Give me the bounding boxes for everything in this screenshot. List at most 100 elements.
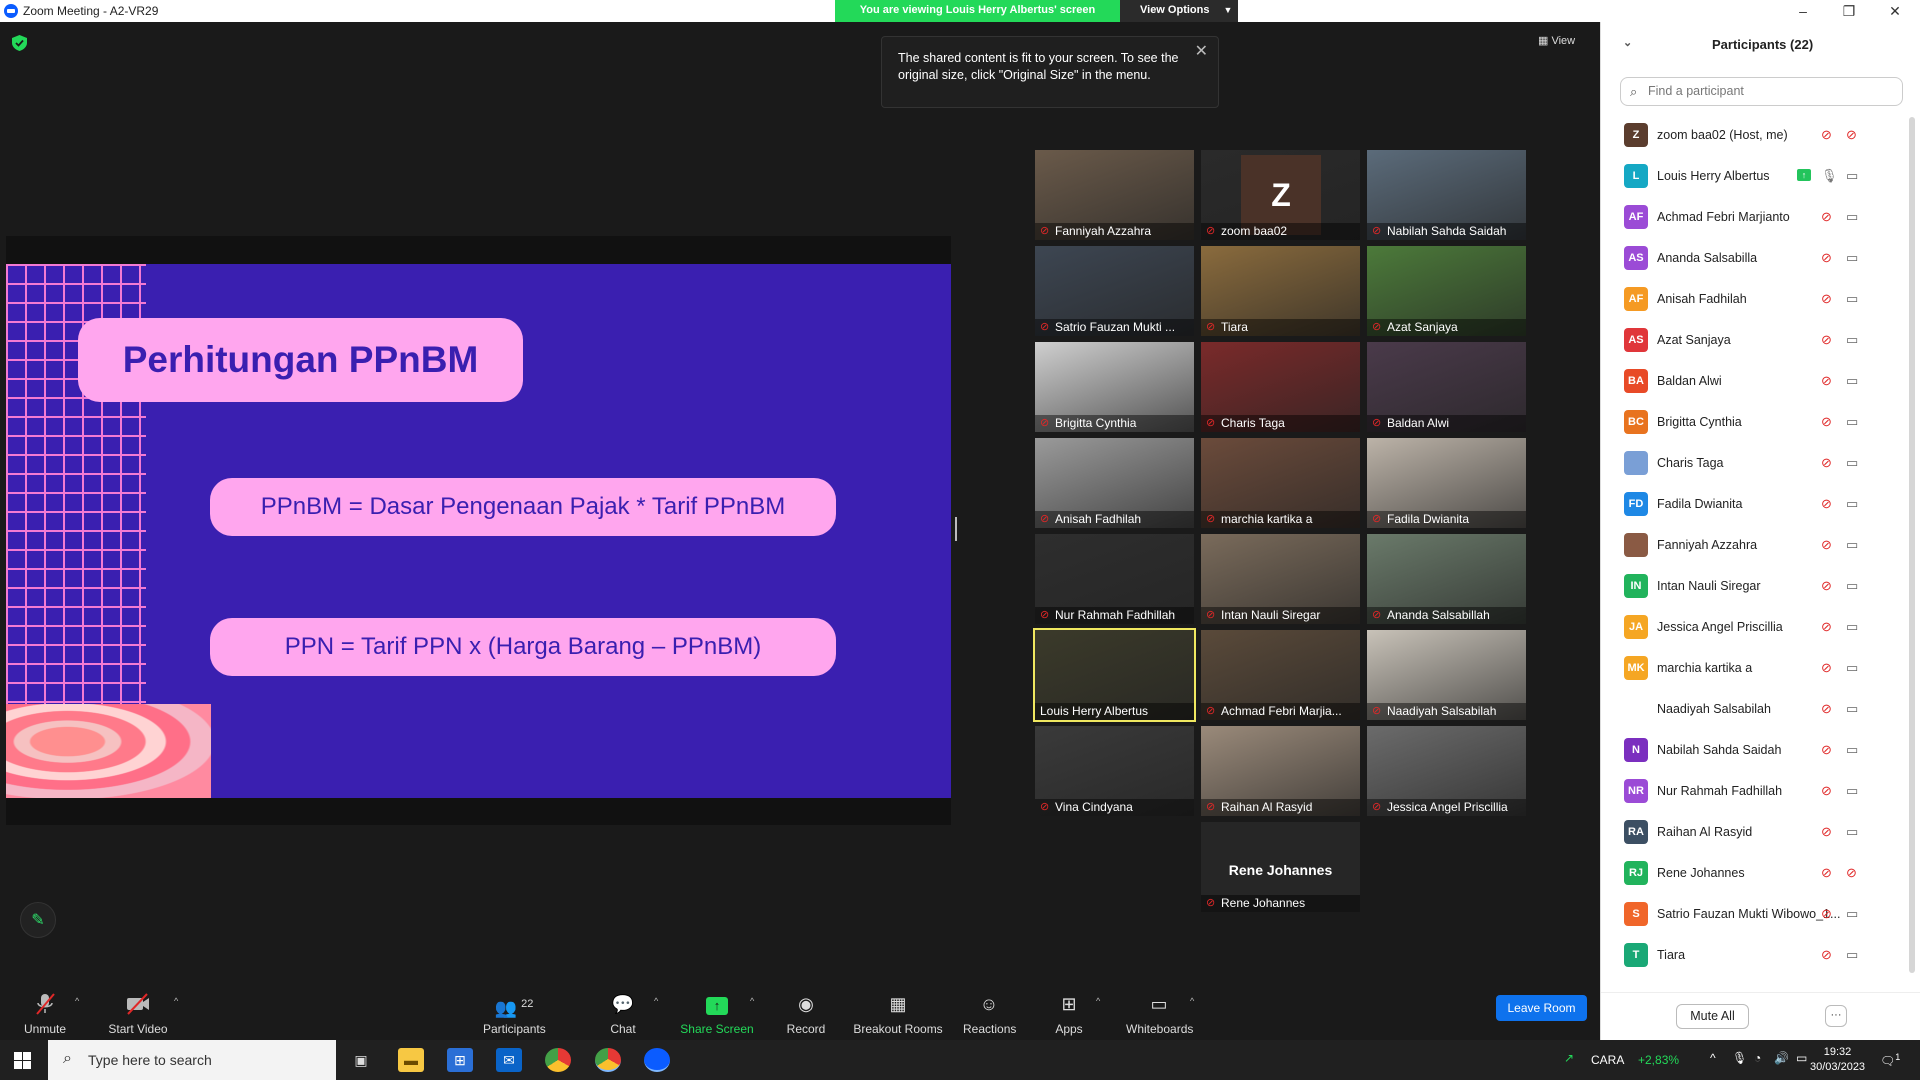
find-participant-input[interactable]: ⌕ Find a participant xyxy=(1620,77,1903,106)
video-tile[interactable]: Anisah Fadhilah ⊘ xyxy=(1035,438,1194,528)
share-screen-button[interactable]: ↑ Share Screen ^ xyxy=(680,992,754,1036)
participant-row[interactable]: RJ Rene Johannes ⊘ ⊘ xyxy=(1601,853,1905,894)
video-tile[interactable]: Naadiyah Salsabilah ⊘ xyxy=(1367,630,1526,720)
video-tile[interactable]: Raihan Al Rasyid ⊘ xyxy=(1201,726,1360,816)
participant-name: Fadila Dwianita xyxy=(1657,497,1743,511)
view-options-button[interactable]: View Options ▼ xyxy=(1120,0,1238,22)
maximize-button[interactable]: ❐ xyxy=(1826,0,1872,22)
participant-row[interactable]: NR Nur Rahmah Fadhillah ⊘ ▭ xyxy=(1601,771,1905,812)
video-tile[interactable]: Louis Herry Albertus xyxy=(1033,628,1196,722)
video-tile[interactable]: Zzoom baa02 ⊘ xyxy=(1201,150,1360,240)
mute-all-button[interactable]: Mute All xyxy=(1676,1004,1749,1029)
pencil-icon[interactable]: ✎ xyxy=(20,902,56,938)
participant-row[interactable]: IN Intan Nauli Siregar ⊘ ▭ xyxy=(1601,566,1905,607)
video-camera-icon: ▭ xyxy=(1846,496,1859,511)
participant-row[interactable]: AS Azat Sanjaya ⊘ ▭ xyxy=(1601,320,1905,361)
chevron-up-icon[interactable]: ^ xyxy=(1710,1051,1716,1065)
video-camera-icon: ▭ xyxy=(1846,619,1859,634)
file-explorer-icon[interactable]: ▬ xyxy=(398,1048,424,1072)
participant-row[interactable]: Fanniyah Azzahra ⊘ ▭ xyxy=(1601,525,1905,566)
zoom-app-icon[interactable] xyxy=(644,1048,670,1072)
caret-up-icon[interactable]: ^ xyxy=(750,996,754,1006)
security-shield-icon[interactable] xyxy=(12,35,27,51)
video-tile[interactable]: Nabilah Sahda Saidah ⊘ xyxy=(1367,150,1526,240)
record-button[interactable]: ◉ Record xyxy=(786,992,826,1036)
participant-row[interactable]: AS Ananda Salsabilla ⊘ ▭ xyxy=(1601,238,1905,279)
minimize-button[interactable]: – xyxy=(1780,0,1826,22)
participant-row[interactable]: T Tiara ⊘ ▭ xyxy=(1601,935,1905,976)
mail-icon[interactable]: ✉ xyxy=(496,1048,522,1072)
caret-up-icon[interactable]: ^ xyxy=(1190,996,1194,1006)
chat-button[interactable]: 💬 Chat ^ xyxy=(608,992,658,1036)
reactions-button[interactable]: ☺ Reactions xyxy=(963,992,1016,1036)
chevron-down-icon[interactable]: ⌄ xyxy=(1623,36,1632,49)
scrollbar[interactable] xyxy=(1909,117,1915,973)
unmute-button[interactable]: Unmute ^ xyxy=(20,992,79,1036)
participant-row[interactable]: S Satrio Fauzan Mukti Wibowo_1... ⊘ ▭ xyxy=(1601,894,1905,935)
participant-row[interactable]: Charis Taga ⊘ ▭ xyxy=(1601,443,1905,484)
video-tile[interactable]: Charis Taga ⊘ xyxy=(1201,342,1360,432)
caret-up-icon[interactable]: ^ xyxy=(75,996,79,1006)
participant-row[interactable]: JA Jessica Angel Priscillia ⊘ ▭ xyxy=(1601,607,1905,648)
participant-row[interactable]: RA Raihan Al Rasyid ⊘ ▭ xyxy=(1601,812,1905,853)
participant-row[interactable]: FD Fadila Dwianita ⊘ ▭ xyxy=(1601,484,1905,525)
whiteboards-button[interactable]: ▭ Whiteboards ^ xyxy=(1126,992,1194,1036)
resize-handle[interactable] xyxy=(955,517,957,541)
notification-icon[interactable]: 🗨1 xyxy=(1880,1052,1900,1068)
more-options-button[interactable]: ··· xyxy=(1825,1005,1847,1027)
microsoft-store-icon[interactable]: ⊞ xyxy=(447,1048,473,1072)
video-tile[interactable]: Ananda Salsabillah ⊘ xyxy=(1367,534,1526,624)
taskbar-search-box[interactable]: ⌕ Type here to search xyxy=(48,1040,336,1080)
chrome-icon[interactable] xyxy=(545,1048,571,1072)
taskbar-clock[interactable]: 19:32 30/03/2023 xyxy=(1810,1045,1865,1075)
participant-row[interactable]: AF Achmad Febri Marjianto ⊘ ▭ xyxy=(1601,197,1905,238)
video-camera-icon: ▭ xyxy=(1846,906,1859,921)
leave-room-button[interactable]: Leave Room xyxy=(1496,995,1587,1021)
video-tile[interactable]: marchia kartika a ⊘ xyxy=(1201,438,1360,528)
video-tile[interactable]: Fadila Dwianita ⊘ xyxy=(1367,438,1526,528)
windows-start-icon[interactable] xyxy=(14,1052,31,1069)
task-view-icon[interactable]: ▣ xyxy=(348,1048,374,1072)
breakout-rooms-button[interactable]: ▦ Breakout Rooms xyxy=(853,992,943,1036)
video-tile[interactable]: Vina Cindyana ⊘ xyxy=(1035,726,1194,816)
close-icon[interactable]: ✕ xyxy=(1195,43,1208,60)
mic-off-icon: ⊘ xyxy=(1821,332,1832,347)
video-tile[interactable]: Azat Sanjaya ⊘ xyxy=(1367,246,1526,336)
display-icon[interactable]: ▭ xyxy=(1796,1051,1807,1065)
network-icon[interactable]: ◔ xyxy=(1754,1051,1761,1065)
participant-row[interactable]: N Nabilah Sahda Saidah ⊘ ▭ xyxy=(1601,730,1905,771)
video-tile[interactable]: Satrio Fauzan Mukti ... ⊘ xyxy=(1035,246,1194,336)
close-window-button[interactable]: ✕ xyxy=(1872,0,1918,22)
video-tile[interactable]: Intan Nauli Siregar ⊘ xyxy=(1201,534,1360,624)
volume-icon[interactable]: 🔊 xyxy=(1774,1051,1789,1065)
video-tile[interactable]: Baldan Alwi ⊘ xyxy=(1367,342,1526,432)
participant-row[interactable]: MK marchia kartika a ⊘ ▭ xyxy=(1601,648,1905,689)
microphone-icon[interactable]: 🎙 xyxy=(1732,1051,1747,1065)
participants-button[interactable]: 👥 22 Participants xyxy=(483,992,546,1036)
start-video-button[interactable]: Start Video ^ xyxy=(108,992,178,1036)
video-tile[interactable]: Rene Johannes Rene Johannes ⊘ xyxy=(1201,822,1360,912)
participant-row[interactable]: AF Anisah Fadhilah ⊘ ▭ xyxy=(1601,279,1905,320)
video-tile[interactable]: Tiara ⊘ xyxy=(1201,246,1360,336)
tile-name-label: Achmad Febri Marjia... xyxy=(1201,703,1360,720)
participant-row[interactable]: Naadiyah Salsabilah ⊘ ▭ xyxy=(1601,689,1905,730)
participant-row[interactable]: BA Baldan Alwi ⊘ ▭ xyxy=(1601,361,1905,402)
video-tile[interactable]: Jessica Angel Priscillia ⊘ xyxy=(1367,726,1526,816)
participant-row[interactable]: BC Brigitta Cynthia ⊘ ▭ xyxy=(1601,402,1905,443)
mic-off-icon: ⊘ xyxy=(1821,455,1832,470)
video-tile[interactable]: Achmad Febri Marjia... ⊘ xyxy=(1201,630,1360,720)
caret-up-icon[interactable]: ^ xyxy=(1096,996,1100,1006)
video-camera-icon: ▭ xyxy=(1846,660,1859,675)
apps-button[interactable]: ⊞ Apps ^ xyxy=(1054,992,1100,1036)
chrome-profile-icon[interactable] xyxy=(595,1048,621,1072)
video-tile[interactable]: Brigitta Cynthia ⊘ xyxy=(1035,342,1194,432)
video-tile[interactable]: Fanniyah Azzahra ⊘ xyxy=(1035,150,1194,240)
presentation-slide: Perhitungan PPnBM PPnBM = Dasar Pengenaa… xyxy=(6,264,951,798)
view-layout-button[interactable]: ▦ View xyxy=(1538,34,1575,47)
video-tile[interactable]: Nur Rahmah Fadhillah ⊘ xyxy=(1035,534,1194,624)
participant-row[interactable]: Zzoom baa02 (Host, me) ⊘ ⊘ xyxy=(1601,115,1905,156)
participant-row[interactable]: L Louis Herry Albertus ↑ 🎙 ▭ xyxy=(1601,156,1905,197)
formula-ppnbm: PPnBM = Dasar Pengenaan Pajak * Tarif PP… xyxy=(210,478,836,536)
caret-up-icon[interactable]: ^ xyxy=(654,996,658,1006)
caret-up-icon[interactable]: ^ xyxy=(174,996,178,1006)
